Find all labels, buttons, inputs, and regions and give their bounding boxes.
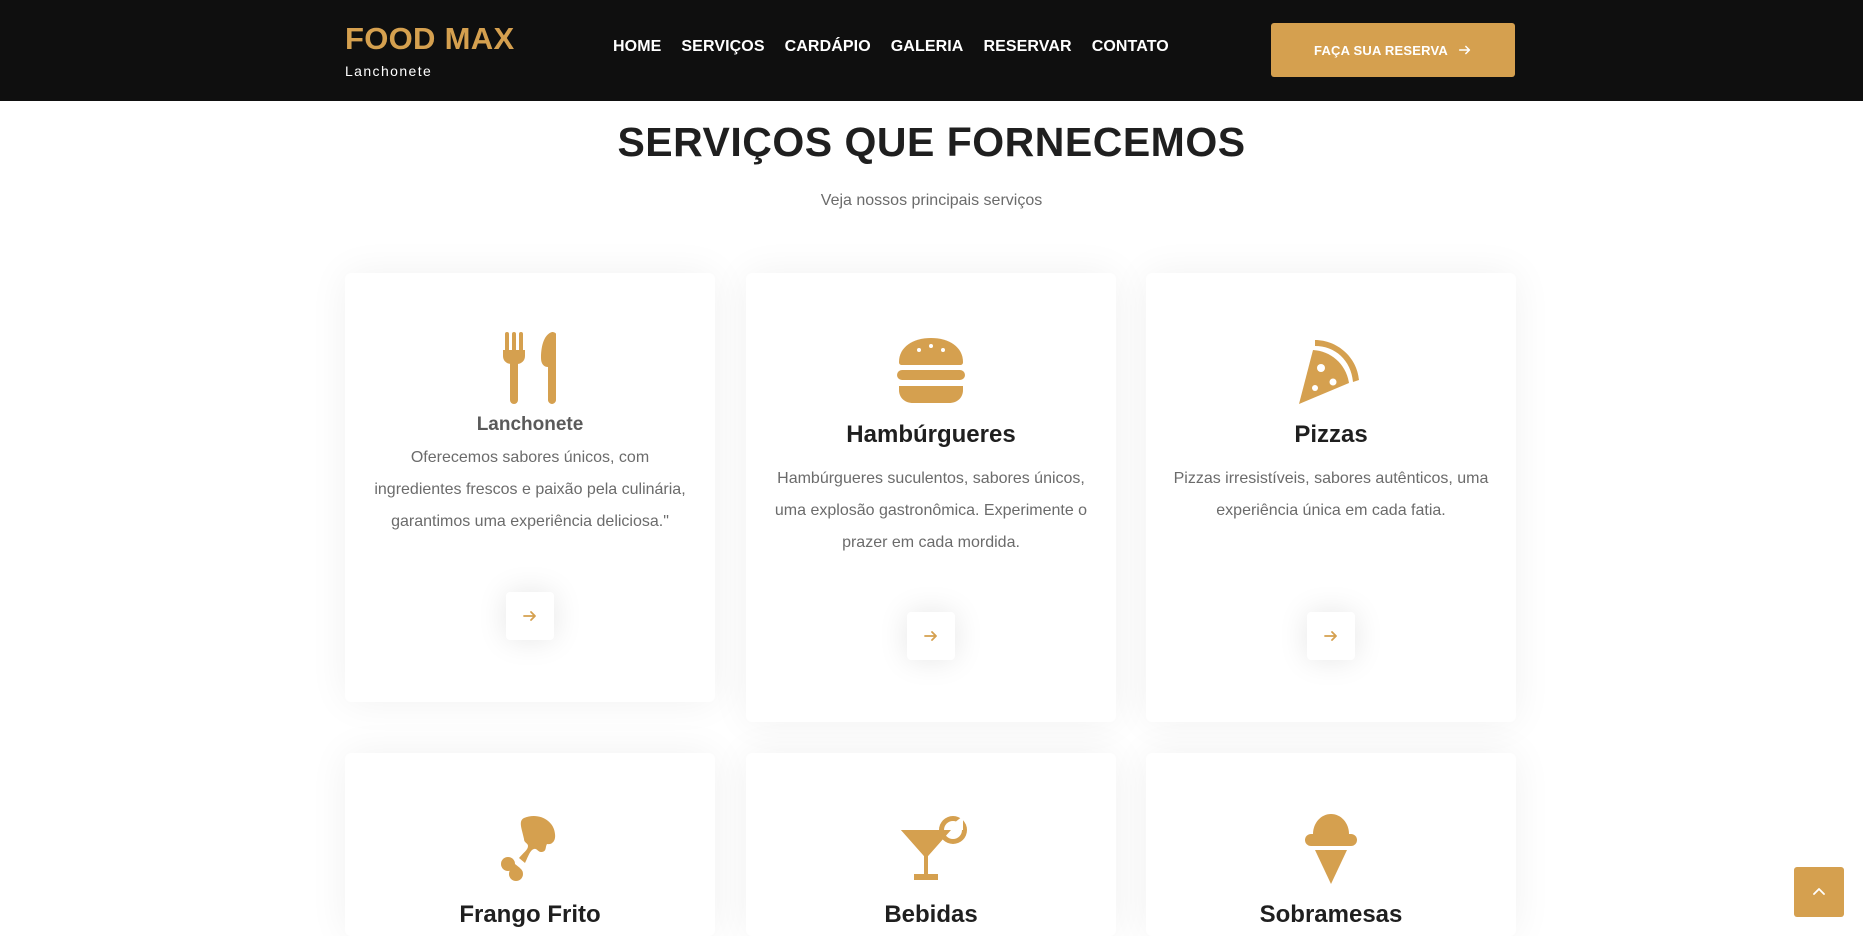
nav-galeria[interactable]: GALERIA xyxy=(891,38,964,56)
card-title: Frango Frito xyxy=(459,901,601,928)
arrow-right-icon xyxy=(1458,45,1471,55)
card-title: Sobramesas xyxy=(1259,901,1403,928)
service-card-hamburgueres: Hambúrgueres Hambúrgueres suculentos, sa… xyxy=(746,273,1116,722)
nav-cardapio[interactable]: CARDÁPIO xyxy=(785,38,871,56)
brand-logo[interactable]: FOOD MAX Lanchonete xyxy=(345,20,514,79)
card-description: Hambúrgueres suculentos, sabores únicos,… xyxy=(774,470,1088,551)
pizza-slice-icon xyxy=(1299,340,1359,404)
service-card-frango-frito: Frango Frito xyxy=(345,753,715,936)
top-navbar: FOOD MAX Lanchonete HOME SERVIÇOS CARDÁP… xyxy=(0,0,1863,101)
ice-cream-icon xyxy=(1305,814,1357,884)
nav-reservar[interactable]: RESERVAR xyxy=(983,38,1071,56)
card-title: Lanchonete xyxy=(476,414,584,435)
service-card-lanchonete: Lanchonete Oferecemos sabores únicos, co… xyxy=(345,273,715,702)
utensils-icon xyxy=(503,332,556,404)
card-title: Hambúrgueres xyxy=(846,421,1016,448)
reservation-button[interactable]: FAÇA SUA RESERVA xyxy=(1271,23,1515,77)
card-description: Oferecemos sabores únicos, com ingredien… xyxy=(374,449,686,530)
card-arrow-button[interactable] xyxy=(506,592,554,640)
section-subtitle: Veja nossos principais serviços xyxy=(820,192,1043,209)
nav-servicos[interactable]: SERVIÇOS xyxy=(681,38,764,56)
arrow-right-icon xyxy=(523,611,536,621)
card-title: Pizzas xyxy=(1294,421,1368,448)
arrow-right-icon xyxy=(1324,631,1337,641)
back-to-top-button[interactable] xyxy=(1794,867,1844,917)
drumstick-icon xyxy=(501,815,556,881)
card-arrow-button[interactable] xyxy=(907,612,955,660)
arrow-right-icon xyxy=(924,631,937,641)
card-arrow-button[interactable] xyxy=(1307,612,1355,660)
main-nav: HOME SERVIÇOS CARDÁPIO GALERIA RESERVAR … xyxy=(613,38,1189,56)
nav-contato[interactable]: CONTATO xyxy=(1092,38,1169,56)
brand-subtitle: Lanchonete xyxy=(345,63,433,79)
section-title: SERVIÇOS QUE FORNECEMOS xyxy=(617,119,1246,165)
service-card-sobramesas: Sobramesas xyxy=(1146,753,1516,936)
service-card-bebidas: Bebidas xyxy=(746,753,1116,936)
chevron-up-icon xyxy=(1813,888,1825,895)
burger-icon xyxy=(897,338,965,403)
card-description: Pizzas irresistíveis, sabores autênticos… xyxy=(1173,470,1489,519)
brand-name[interactable]: FOOD MAX xyxy=(345,20,514,58)
cocktail-icon xyxy=(901,816,967,880)
nav-home[interactable]: HOME xyxy=(613,38,661,56)
reservation-button-label: FAÇA SUA RESERVA xyxy=(1314,42,1448,58)
service-card-pizzas: Pizzas Pizzas irresistíveis, sabores aut… xyxy=(1146,273,1516,722)
card-title: Bebidas xyxy=(884,901,978,928)
